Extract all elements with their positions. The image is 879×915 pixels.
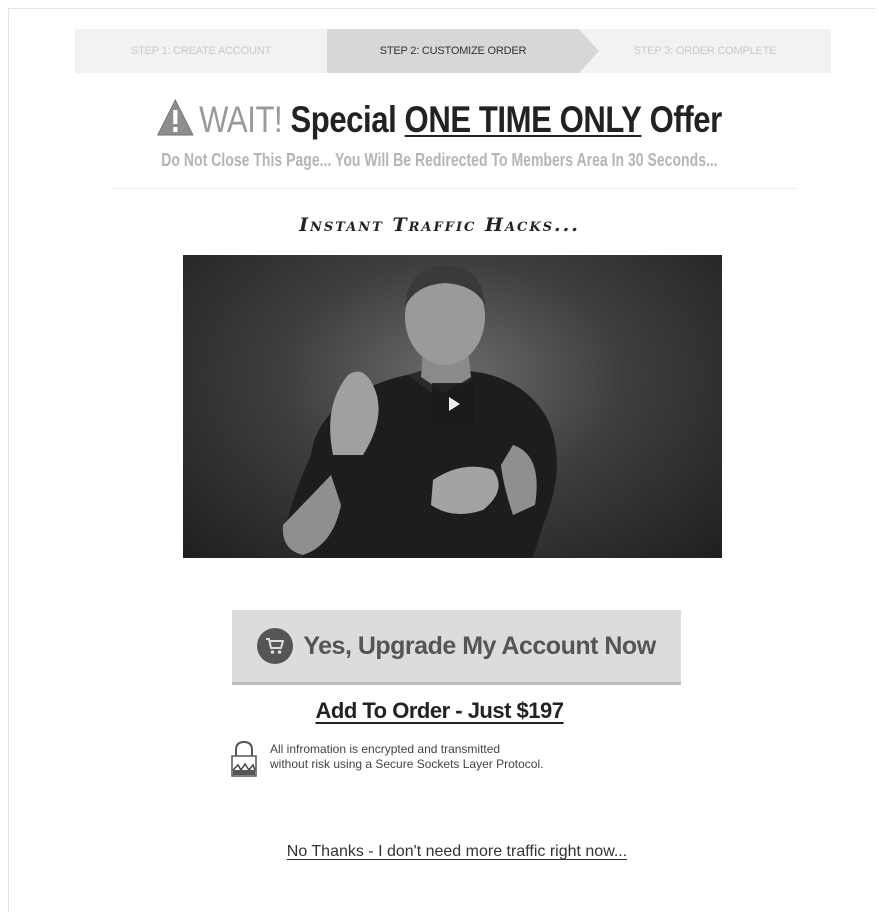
step-3-label: Step 3: Order Complete (633, 45, 777, 57)
play-button[interactable] (432, 383, 474, 425)
headline-one-time-only: ONE TIME ONLY (404, 99, 642, 140)
step-1-label: Step 1: Create Account (130, 45, 272, 57)
upgrade-button[interactable]: Yes, Upgrade My Account Now (232, 610, 681, 685)
headline-offer: Offer (649, 99, 723, 140)
step-2: Step 2: Customize Order (327, 29, 599, 73)
decline-link[interactable]: No Thanks - I don't need more traffic ri… (0, 843, 879, 861)
video-title: Instant Traffic Hacks... (299, 214, 580, 236)
security-text: All infromation is encrypted and transmi… (270, 742, 544, 771)
step-1: Step 1: Create Account (75, 29, 327, 73)
video-player[interactable] (183, 255, 722, 558)
upgrade-button-label: Yes, Upgrade My Account Now (303, 631, 656, 660)
security-notice: All infromation is encrypted and transmi… (230, 740, 650, 780)
progress-steps: Step 1: Create Account Step 2: Customize… (75, 29, 831, 73)
play-icon (449, 397, 460, 411)
add-to-order-link[interactable]: Add To Order - Just $197 (0, 698, 879, 724)
step-3: Step 3: Order Complete (579, 29, 831, 73)
step-2-label: Step 2: Customize Order (379, 45, 527, 57)
redirect-notice: Do Not Close This Page... You Will Be Re… (161, 150, 718, 170)
page-headline: WAIT! Special ONE TIME ONLY Offer (70, 96, 808, 144)
headline-special: Special (290, 99, 397, 140)
lock-icon (231, 740, 257, 777)
divider (112, 188, 796, 189)
cart-icon (257, 628, 294, 664)
warning-icon (157, 99, 195, 136)
headline-wait: WAIT! (199, 99, 283, 140)
